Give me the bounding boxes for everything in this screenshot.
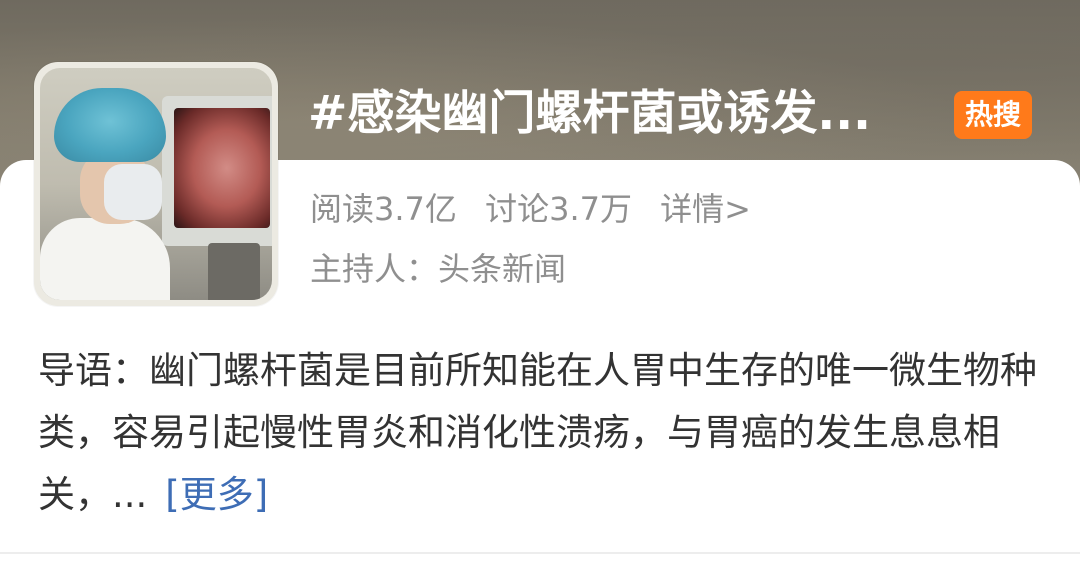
host-label: 主持人：头条新闻 xyxy=(310,250,567,288)
endoscopy-screen-illustration xyxy=(174,108,270,228)
topic-title[interactable]: #感染幽门螺杆菌或诱发... xyxy=(308,84,871,144)
details-link[interactable]: 详情> xyxy=(660,190,751,228)
discussion-count: 讨论3.7万 xyxy=(485,190,632,228)
doctor-coat-illustration xyxy=(40,218,170,300)
topic-card-screen: #感染幽门螺杆菌或诱发... 热搜 阅读3.7亿 讨论3.7万 详情> 主持人：… xyxy=(0,0,1080,575)
read-count: 阅读3.7亿 xyxy=(310,190,457,228)
topic-thumbnail[interactable] xyxy=(34,62,278,306)
equipment-stand-illustration xyxy=(208,243,260,300)
monitor-illustration xyxy=(162,96,272,246)
hot-search-badge: 热搜 xyxy=(954,91,1032,139)
surgical-cap-illustration xyxy=(54,88,166,162)
thumbnail-photo xyxy=(40,68,272,300)
divider xyxy=(0,552,1080,554)
surgical-mask-illustration xyxy=(104,164,162,220)
more-link[interactable]: [更多] xyxy=(165,473,268,516)
topic-stats: 阅读3.7亿 讨论3.7万 详情> xyxy=(310,186,751,232)
topic-intro: 导语：幽门螺杆菌是目前所知能在人胃中生存的唯一微生物种类，容易引起慢性胃炎和消化… xyxy=(38,340,1048,526)
